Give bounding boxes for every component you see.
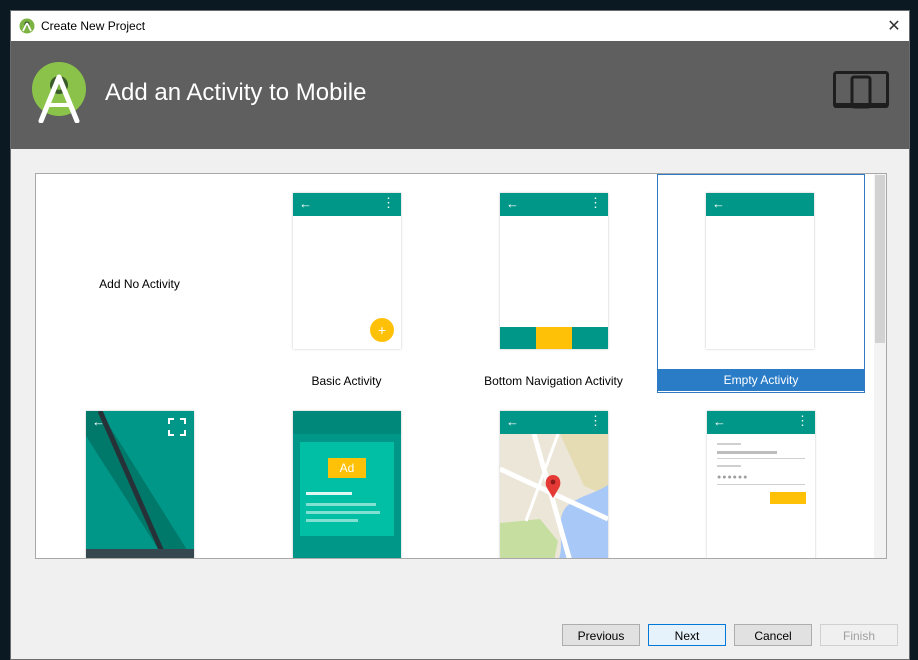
close-icon[interactable]: ✕ (879, 11, 909, 41)
wizard-footer (11, 571, 909, 659)
back-arrow-icon: ← (506, 196, 519, 211)
template-login-activity[interactable]: ← ⋮ ●●●●●● (657, 392, 864, 558)
fab-plus-icon: + (370, 318, 394, 342)
scrollbar-thumb[interactable] (875, 175, 885, 343)
next-button[interactable]: Next (648, 624, 726, 646)
template-label: Add No Activity (99, 277, 180, 291)
ad-badge: Ad (328, 458, 366, 478)
template-preview: ← ⋮ ●●●●●● (707, 411, 815, 558)
template-preview: ← (706, 193, 814, 349)
wizard-header: Add an Activity to Mobile (11, 41, 909, 149)
template-empty-activity[interactable]: ← Empty Activity (657, 174, 865, 393)
gallery-scrollbar[interactable] (874, 174, 886, 558)
template-label: Bottom Navigation Activity (484, 374, 623, 388)
back-arrow-icon: ← (506, 414, 519, 429)
cancel-button[interactable]: Cancel (734, 624, 812, 646)
overflow-menu-icon: ⋮ (796, 413, 809, 428)
template-basic-activity[interactable]: ← ⋮ + Basic Activity (243, 174, 450, 391)
template-preview: ← ⋮ (500, 411, 608, 558)
template-preview: ← (86, 411, 194, 558)
bottom-navigation-bar (500, 327, 608, 349)
back-arrow-icon: ← (712, 196, 725, 211)
back-arrow-icon: ← (713, 414, 726, 429)
previous-button[interactable]: Previous (562, 624, 640, 646)
overflow-menu-icon: ⋮ (382, 195, 395, 210)
template-label: Empty Activity (658, 369, 864, 391)
template-maps-activity[interactable]: ← ⋮ (450, 392, 657, 558)
template-gallery: Add No Activity ← ⋮ + Basic Activity ← ⋮ (35, 173, 887, 559)
window-title: Create New Project (41, 19, 146, 33)
template-add-no-activity[interactable]: Add No Activity (36, 174, 243, 391)
back-arrow-icon: ← (92, 414, 105, 429)
template-preview: ← ⋮ (500, 193, 608, 349)
create-project-dialog: Create New Project ✕ Add an Activity to … (10, 10, 910, 660)
app-bar: ← ⋮ (500, 193, 608, 216)
app-bar: ← ⋮ (707, 411, 815, 434)
template-fullscreen-activity[interactable]: ← (36, 392, 243, 558)
phone-tablet-icon (833, 71, 889, 109)
template-bottom-navigation-activity[interactable]: ← ⋮ Bottom Navigation Activity (450, 174, 657, 391)
page-title: Add an Activity to Mobile (105, 79, 367, 106)
template-label: Basic Activity (311, 374, 382, 388)
app-bar: ← ⋮ (293, 193, 401, 216)
template-preview: ← ⋮ + (293, 193, 401, 349)
sign-in-button-preview (770, 492, 806, 504)
finish-button[interactable]: Finish (820, 624, 898, 646)
template-admob-activity[interactable]: Ad (243, 392, 450, 558)
overflow-menu-icon: ⋮ (589, 413, 602, 428)
app-bar: ← ⋮ (500, 411, 608, 434)
back-arrow-icon: ← (299, 196, 312, 211)
app-bar: ← (706, 193, 814, 216)
template-preview: Ad (293, 411, 401, 558)
android-studio-icon (19, 18, 35, 34)
title-bar: Create New Project ✕ (11, 11, 909, 41)
fullscreen-expand-icon (168, 418, 186, 436)
android-studio-icon (32, 62, 86, 123)
ad-card: Ad (300, 442, 394, 536)
overflow-menu-icon: ⋮ (589, 195, 602, 210)
